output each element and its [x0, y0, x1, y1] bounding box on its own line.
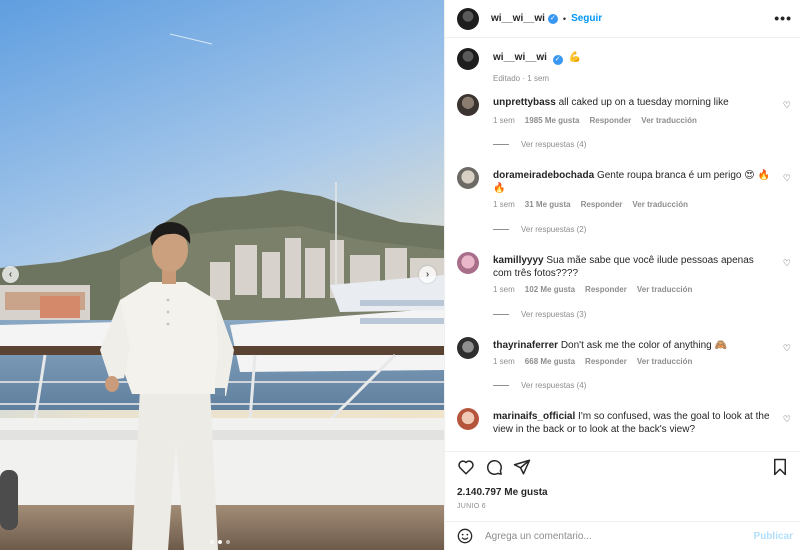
- comment-like-icon[interactable]: ♡: [783, 343, 791, 354]
- comment-time[interactable]: 1 sem: [493, 357, 515, 366]
- comment-meta: 1 sem 668 Me gusta Responder Ver traducc…: [493, 357, 692, 366]
- view-replies-button[interactable]: Ver respuestas (4): [493, 381, 586, 390]
- caption-avatar[interactable]: [457, 48, 479, 70]
- comment-time[interactable]: 1 sem: [493, 200, 515, 209]
- comment-icon[interactable]: [485, 458, 503, 476]
- translate-button[interactable]: Ver traducción: [637, 357, 693, 366]
- comment-likes[interactable]: 1985 Me gusta: [525, 116, 580, 125]
- translate-button[interactable]: Ver traducción: [637, 285, 693, 294]
- comment-text: Gente roupa branca é um perigo 😍 🔥: [596, 170, 770, 181]
- next-photo-button[interactable]: ›: [419, 266, 436, 283]
- comment-text-emoji: 🔥: [493, 183, 506, 194]
- photo-scene: [0, 0, 444, 550]
- caption-text: 💪: [568, 52, 581, 63]
- comment-likes[interactable]: 668 Me gusta: [525, 357, 575, 366]
- likes-count[interactable]: 2.140.797 Me gusta: [457, 487, 548, 498]
- view-replies-label: Ver respuestas (4): [521, 140, 587, 149]
- comment-username[interactable]: kamillyyyy: [493, 255, 544, 266]
- comment-meta: 1 sem 102 Me gusta Responder Ver traducc…: [493, 285, 692, 294]
- view-replies-button[interactable]: Ver respuestas (3): [493, 310, 586, 319]
- reply-button[interactable]: Responder: [585, 357, 627, 366]
- heart-icon[interactable]: [457, 458, 475, 476]
- post-photo[interactable]: ‹ ›: [0, 0, 444, 550]
- comment-username[interactable]: marinaifs_official: [493, 411, 575, 422]
- reply-button[interactable]: Responder: [590, 116, 632, 125]
- view-replies-button[interactable]: Ver respuestas (4): [493, 140, 586, 149]
- verified-icon: ✓: [547, 13, 558, 24]
- comment-meta: 1 sem 31 Me gusta Responder Ver traducci…: [493, 200, 688, 209]
- bookmark-icon[interactable]: [771, 458, 789, 476]
- reply-button[interactable]: Responder: [581, 200, 623, 209]
- replies-line: [493, 229, 509, 230]
- verified-icon: ✓: [552, 55, 563, 65]
- previous-photo-button[interactable]: ‹: [2, 266, 19, 283]
- comments-list[interactable]: wi__wi__wi ✓ 💪 Editado · 1 sem unprettyb…: [445, 38, 800, 451]
- carousel-dot: [210, 540, 214, 544]
- comment-username[interactable]: dorameiradebochada: [493, 170, 594, 181]
- more-options-button[interactable]: •••: [774, 10, 792, 26]
- comment-meta: 1 sem 1985 Me gusta Responder Ver traduc…: [493, 116, 697, 125]
- carousel-dot: [226, 540, 230, 544]
- header-separator: •: [562, 13, 567, 24]
- chevron-left-icon: ‹: [8, 269, 13, 280]
- emoji-icon[interactable]: [457, 528, 473, 544]
- view-replies-label: Ver respuestas (2): [521, 225, 587, 234]
- comment-avatar[interactable]: [457, 408, 479, 430]
- view-replies-label: Ver respuestas (4): [521, 381, 587, 390]
- reply-button[interactable]: Responder: [585, 285, 627, 294]
- translate-button[interactable]: Ver traducción: [641, 116, 697, 125]
- comment-text: Don't ask me the color of anything 🙈: [560, 340, 727, 351]
- comment-like-icon[interactable]: ♡: [783, 414, 791, 425]
- comment-time[interactable]: 1 sem: [493, 116, 515, 125]
- carousel-indicator: [210, 540, 230, 544]
- view-replies-label: Ver respuestas (3): [521, 310, 587, 319]
- comment-avatar[interactable]: [457, 252, 479, 274]
- replies-line: [493, 314, 509, 315]
- comment-input[interactable]: [485, 530, 745, 542]
- replies-line: [493, 144, 509, 145]
- comment-avatar[interactable]: [457, 94, 479, 116]
- publish-button[interactable]: Publicar: [754, 531, 793, 542]
- comment-like-icon[interactable]: ♡: [783, 258, 791, 269]
- comment-likes[interactable]: 102 Me gusta: [525, 285, 575, 294]
- author-username[interactable]: wi__wi__wi: [491, 13, 545, 24]
- caption-username[interactable]: wi__wi__wi: [493, 52, 547, 63]
- comment-avatar[interactable]: [457, 337, 479, 359]
- caption-time: 1 sem: [527, 74, 550, 83]
- chevron-right-icon: ›: [425, 269, 430, 280]
- follow-button[interactable]: Seguir: [571, 13, 602, 24]
- comment-username[interactable]: unprettybass: [493, 97, 556, 108]
- comment-like-icon[interactable]: ♡: [783, 100, 791, 111]
- comment-avatar[interactable]: [457, 167, 479, 189]
- translate-button[interactable]: Ver traducción: [632, 200, 688, 209]
- post-header: wi__wi__wi ✓ • Seguir •••: [445, 0, 800, 38]
- replies-line: [493, 385, 509, 386]
- comment-text: all caked up on a tuesday morning like: [558, 97, 729, 108]
- caption-edited-label: Editado: [493, 74, 521, 83]
- view-replies-button[interactable]: Ver respuestas (2): [493, 225, 586, 234]
- comment-like-icon[interactable]: ♡: [783, 173, 791, 184]
- share-icon[interactable]: [513, 458, 531, 476]
- carousel-dot-active: [218, 540, 222, 544]
- comment-likes[interactable]: 31 Me gusta: [525, 200, 571, 209]
- add-comment-bar: Publicar: [445, 521, 800, 550]
- post-date[interactable]: JUNIO 6: [457, 503, 486, 510]
- comment-time[interactable]: 1 sem: [493, 285, 515, 294]
- comment-username[interactable]: thayrinaferrer: [493, 340, 558, 351]
- post-actions: 2.140.797 Me gusta JUNIO 6: [445, 451, 800, 521]
- post-side-panel: wi__wi__wi ✓ • Seguir ••• wi__wi__wi ✓ 💪…: [444, 0, 800, 550]
- author-avatar[interactable]: [457, 7, 479, 30]
